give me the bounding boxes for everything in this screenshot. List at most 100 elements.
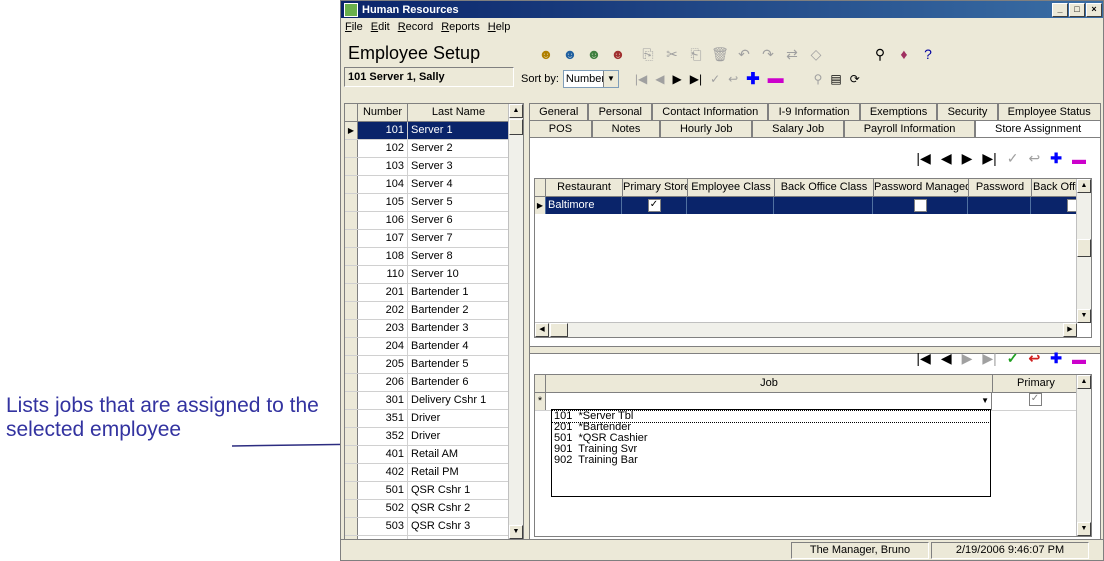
- table-row[interactable]: 201 Bartender 1: [345, 284, 523, 302]
- job-save-icon[interactable]: ✓: [1007, 350, 1019, 367]
- employee-last-name[interactable]: QSR Cshr 3: [408, 518, 523, 535]
- last-store-icon[interactable]: ▶|: [982, 150, 996, 167]
- employee-last-name[interactable]: Server 1: [408, 122, 523, 139]
- employee-number[interactable]: 105: [358, 194, 408, 211]
- last-record-icon[interactable]: ▶|: [690, 72, 702, 86]
- employee-last-name[interactable]: Bartender 5: [408, 356, 523, 373]
- refresh-icon[interactable]: ⟳: [850, 72, 860, 86]
- table-row[interactable]: 103 Server 3: [345, 158, 523, 176]
- employee-number[interactable]: 503: [358, 518, 408, 535]
- employee-number[interactable]: 110: [358, 266, 408, 283]
- employee-number[interactable]: 201: [358, 284, 408, 301]
- people-edit-icon[interactable]: ☻: [585, 45, 603, 63]
- first-job-icon[interactable]: |◀: [916, 350, 930, 367]
- store-password-managed-cell[interactable]: [873, 197, 968, 214]
- prev-record-icon[interactable]: ◀: [655, 72, 664, 86]
- table-row[interactable]: 110 Server 10: [345, 266, 523, 284]
- tab-personal[interactable]: Personal: [588, 103, 653, 120]
- job-vertical-scrollbar[interactable]: ▲ ▼: [1076, 375, 1091, 536]
- help-pointer-icon[interactable]: ?: [919, 45, 937, 63]
- chevron-down-icon[interactable]: ▼: [602, 71, 618, 87]
- table-row[interactable]: 108 Server 8: [345, 248, 523, 266]
- column-header-password[interactable]: Password: [969, 179, 1032, 196]
- store-scroll-thumb[interactable]: [1077, 239, 1091, 257]
- employee-last-name[interactable]: Bartender 4: [408, 338, 523, 355]
- table-row[interactable]: 102 Server 2: [345, 140, 523, 158]
- table-row[interactable]: 203 Bartender 3: [345, 320, 523, 338]
- table-row[interactable]: 107 Server 7: [345, 230, 523, 248]
- find-replace-icon[interactable]: ⇄: [783, 45, 801, 63]
- employee-number[interactable]: 102: [358, 140, 408, 157]
- next-store-icon[interactable]: ▶: [962, 150, 973, 167]
- table-row[interactable]: 351 Driver: [345, 410, 523, 428]
- save-check-icon[interactable]: ✓: [710, 72, 720, 86]
- maximize-button[interactable]: □: [1069, 2, 1085, 17]
- cut-icon[interactable]: ✂: [663, 45, 681, 63]
- marker-icon[interactable]: ◇: [807, 45, 825, 63]
- employee-number[interactable]: 202: [358, 302, 408, 319]
- employee-number[interactable]: 351: [358, 410, 408, 427]
- scroll-down-icon[interactable]: ▼: [509, 525, 523, 539]
- store-scroll-down-icon[interactable]: ▼: [1077, 309, 1091, 323]
- employee-last-name[interactable]: Server 6: [408, 212, 523, 229]
- table-row[interactable]: 205 Bartender 5: [345, 356, 523, 374]
- job-primary-checkbox[interactable]: ✓: [1028, 393, 1042, 406]
- employee-number[interactable]: 204: [358, 338, 408, 355]
- menu-reports[interactable]: Reports: [441, 21, 480, 33]
- employee-number[interactable]: 106: [358, 212, 408, 229]
- column-header-back-office-class[interactable]: Back Office Class: [775, 179, 874, 196]
- employee-number[interactable]: 205: [358, 356, 408, 373]
- table-row[interactable]: 206 Bartender 6: [345, 374, 523, 392]
- table-row[interactable]: 301 Delivery Cshr 1: [345, 392, 523, 410]
- column-header-number[interactable]: Number: [358, 104, 408, 121]
- job-delete-icon[interactable]: ▬: [1072, 351, 1086, 367]
- first-record-icon[interactable]: |◀: [635, 72, 647, 86]
- employee-last-name[interactable]: QSR Cshr 2: [408, 500, 523, 517]
- employee-number[interactable]: 101: [358, 122, 408, 139]
- table-row[interactable]: 352 Driver: [345, 428, 523, 446]
- employee-last-name[interactable]: Bartender 6: [408, 374, 523, 391]
- employee-last-name[interactable]: Driver: [408, 428, 523, 445]
- scroll-thumb[interactable]: [509, 119, 523, 135]
- employee-last-name[interactable]: Server 3: [408, 158, 523, 175]
- next-job-icon[interactable]: ▶: [962, 350, 973, 367]
- store-hscroll-thumb[interactable]: [550, 323, 568, 337]
- password-managed-checkbox[interactable]: [913, 198, 927, 212]
- employee-number[interactable]: 352: [358, 428, 408, 445]
- employee-last-name[interactable]: Retail AM: [408, 446, 523, 463]
- employee-scrollbar[interactable]: ▲ ▼: [508, 104, 523, 539]
- store-cancel-icon[interactable]: ↩: [1029, 150, 1041, 167]
- report-icon[interactable]: ▤: [830, 72, 841, 86]
- tab-store-assignment[interactable]: Store Assignment: [975, 120, 1102, 137]
- delete-icon[interactable]: 🗑: [711, 45, 729, 63]
- employee-last-name[interactable]: Server 4: [408, 176, 523, 193]
- employee-last-name[interactable]: Server 8: [408, 248, 523, 265]
- employee-number[interactable]: 108: [358, 248, 408, 265]
- employee-last-name[interactable]: Bartender 2: [408, 302, 523, 319]
- employee-last-name[interactable]: Server 2: [408, 140, 523, 157]
- binoculars-icon[interactable]: ⚲: [871, 45, 889, 63]
- copy-icon[interactable]: ⎘: [639, 45, 657, 63]
- store-primary-cell[interactable]: ✓: [622, 197, 687, 214]
- store-row[interactable]: ▶ Baltimore ✓: [535, 197, 1091, 214]
- add-record-icon[interactable]: ✚: [746, 69, 759, 89]
- employee-last-name[interactable]: Bartender 1: [408, 284, 523, 301]
- job-option[interactable]: 902 Training Bar: [552, 455, 990, 466]
- table-row[interactable]: ▶ 101 Server 1: [345, 122, 523, 140]
- job-cancel-icon[interactable]: ↩: [1029, 350, 1041, 367]
- job-combo[interactable]: ▼: [546, 393, 992, 410]
- tab-employee-status[interactable]: Employee Status: [997, 103, 1101, 120]
- store-delete-icon[interactable]: ▬: [1072, 151, 1086, 167]
- menu-edit[interactable]: Edit: [371, 21, 390, 33]
- job-scroll-down-icon[interactable]: ▼: [1077, 522, 1091, 536]
- menu-help[interactable]: Help: [488, 21, 511, 33]
- job-add-icon[interactable]: ✚: [1050, 350, 1062, 367]
- scroll-up-icon[interactable]: ▲: [509, 104, 523, 118]
- store-restaurant[interactable]: Baltimore: [546, 197, 622, 214]
- table-row[interactable]: 503 QSR Cshr 3: [345, 518, 523, 536]
- book-icon[interactable]: ♦: [895, 45, 913, 63]
- store-scroll-up-icon[interactable]: ▲: [1077, 179, 1091, 193]
- employee-last-name[interactable]: QSR Cshr 1: [408, 482, 523, 499]
- minimize-button[interactable]: _: [1052, 2, 1068, 17]
- tab-general[interactable]: General: [529, 103, 589, 120]
